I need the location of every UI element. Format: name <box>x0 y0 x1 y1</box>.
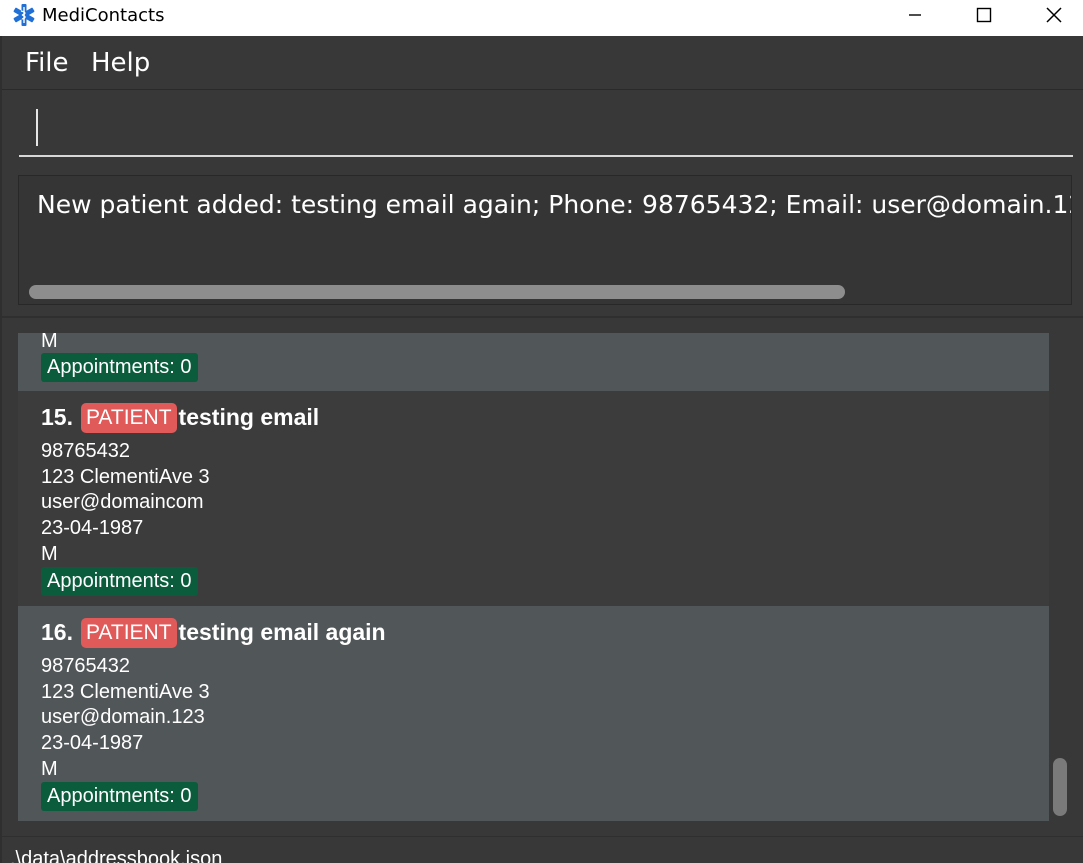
result-display[interactable]: New patient added: testing email again; … <box>18 175 1072 305</box>
patient-name-row: 15. PATIENT testing email <box>41 400 319 435</box>
menu-bar: File Help <box>2 36 1083 90</box>
patient-card[interactable]: 16. PATIENT testing email again 98765432… <box>18 606 1049 821</box>
menu-help[interactable]: Help <box>91 48 150 78</box>
close-icon <box>1046 7 1062 23</box>
caduceus-star-icon <box>13 4 35 26</box>
patient-phone: 98765432 <box>41 655 130 677</box>
window-title: MediContacts <box>42 5 165 26</box>
horizontal-scrollbar[interactable] <box>29 285 845 299</box>
command-input[interactable] <box>19 100 1073 157</box>
patient-gender: M <box>41 758 58 780</box>
patient-address: 123 ClementiAve 3 <box>41 466 210 488</box>
result-message: New patient added: testing email again; … <box>37 190 1071 219</box>
status-bar: .\data\addressbook.json <box>2 837 1083 863</box>
patient-list[interactable]: M Appointments: 0 15. PATIENT testing em… <box>18 333 1049 821</box>
patient-index: 15. <box>41 404 73 430</box>
appointments-badge: Appointments: 0 <box>41 782 198 811</box>
patient-name: testing email <box>178 404 320 430</box>
vertical-scrollbar[interactable] <box>1053 758 1067 816</box>
patient-name: testing email again <box>178 619 386 645</box>
maximize-icon <box>976 7 992 23</box>
patient-dob: 23-04-1987 <box>41 517 144 539</box>
patient-email: user@domaincom <box>41 491 204 513</box>
patient-gender: M <box>41 543 58 565</box>
patient-phone: 98765432 <box>41 440 130 462</box>
maximize-button[interactable] <box>955 0 1013 30</box>
patient-name-row: 16. PATIENT testing email again <box>41 615 386 650</box>
patient-card[interactable]: 15. PATIENT testing email 98765432 123 C… <box>18 391 1049 606</box>
patient-gender: M <box>41 333 58 352</box>
minimize-button[interactable] <box>886 0 944 30</box>
patient-tag: PATIENT <box>80 617 177 648</box>
text-caret <box>36 109 38 146</box>
title-bar: MediContacts <box>0 0 1083 36</box>
patient-index: 16. <box>41 619 73 645</box>
patient-tag: PATIENT <box>80 402 177 433</box>
minimize-icon <box>909 14 921 16</box>
appointments-badge: Appointments: 0 <box>41 567 198 596</box>
patient-address: 123 ClementiAve 3 <box>41 681 210 703</box>
data-file-path: .\data\addressbook.json <box>10 848 223 863</box>
menu-file[interactable]: File <box>25 48 69 78</box>
patient-card-partial[interactable]: M Appointments: 0 <box>18 333 1049 391</box>
patient-email: user@domain.123 <box>41 706 205 728</box>
patient-dob: 23-04-1987 <box>41 732 144 754</box>
close-button[interactable] <box>1025 0 1083 30</box>
appointments-badge: Appointments: 0 <box>41 353 198 382</box>
